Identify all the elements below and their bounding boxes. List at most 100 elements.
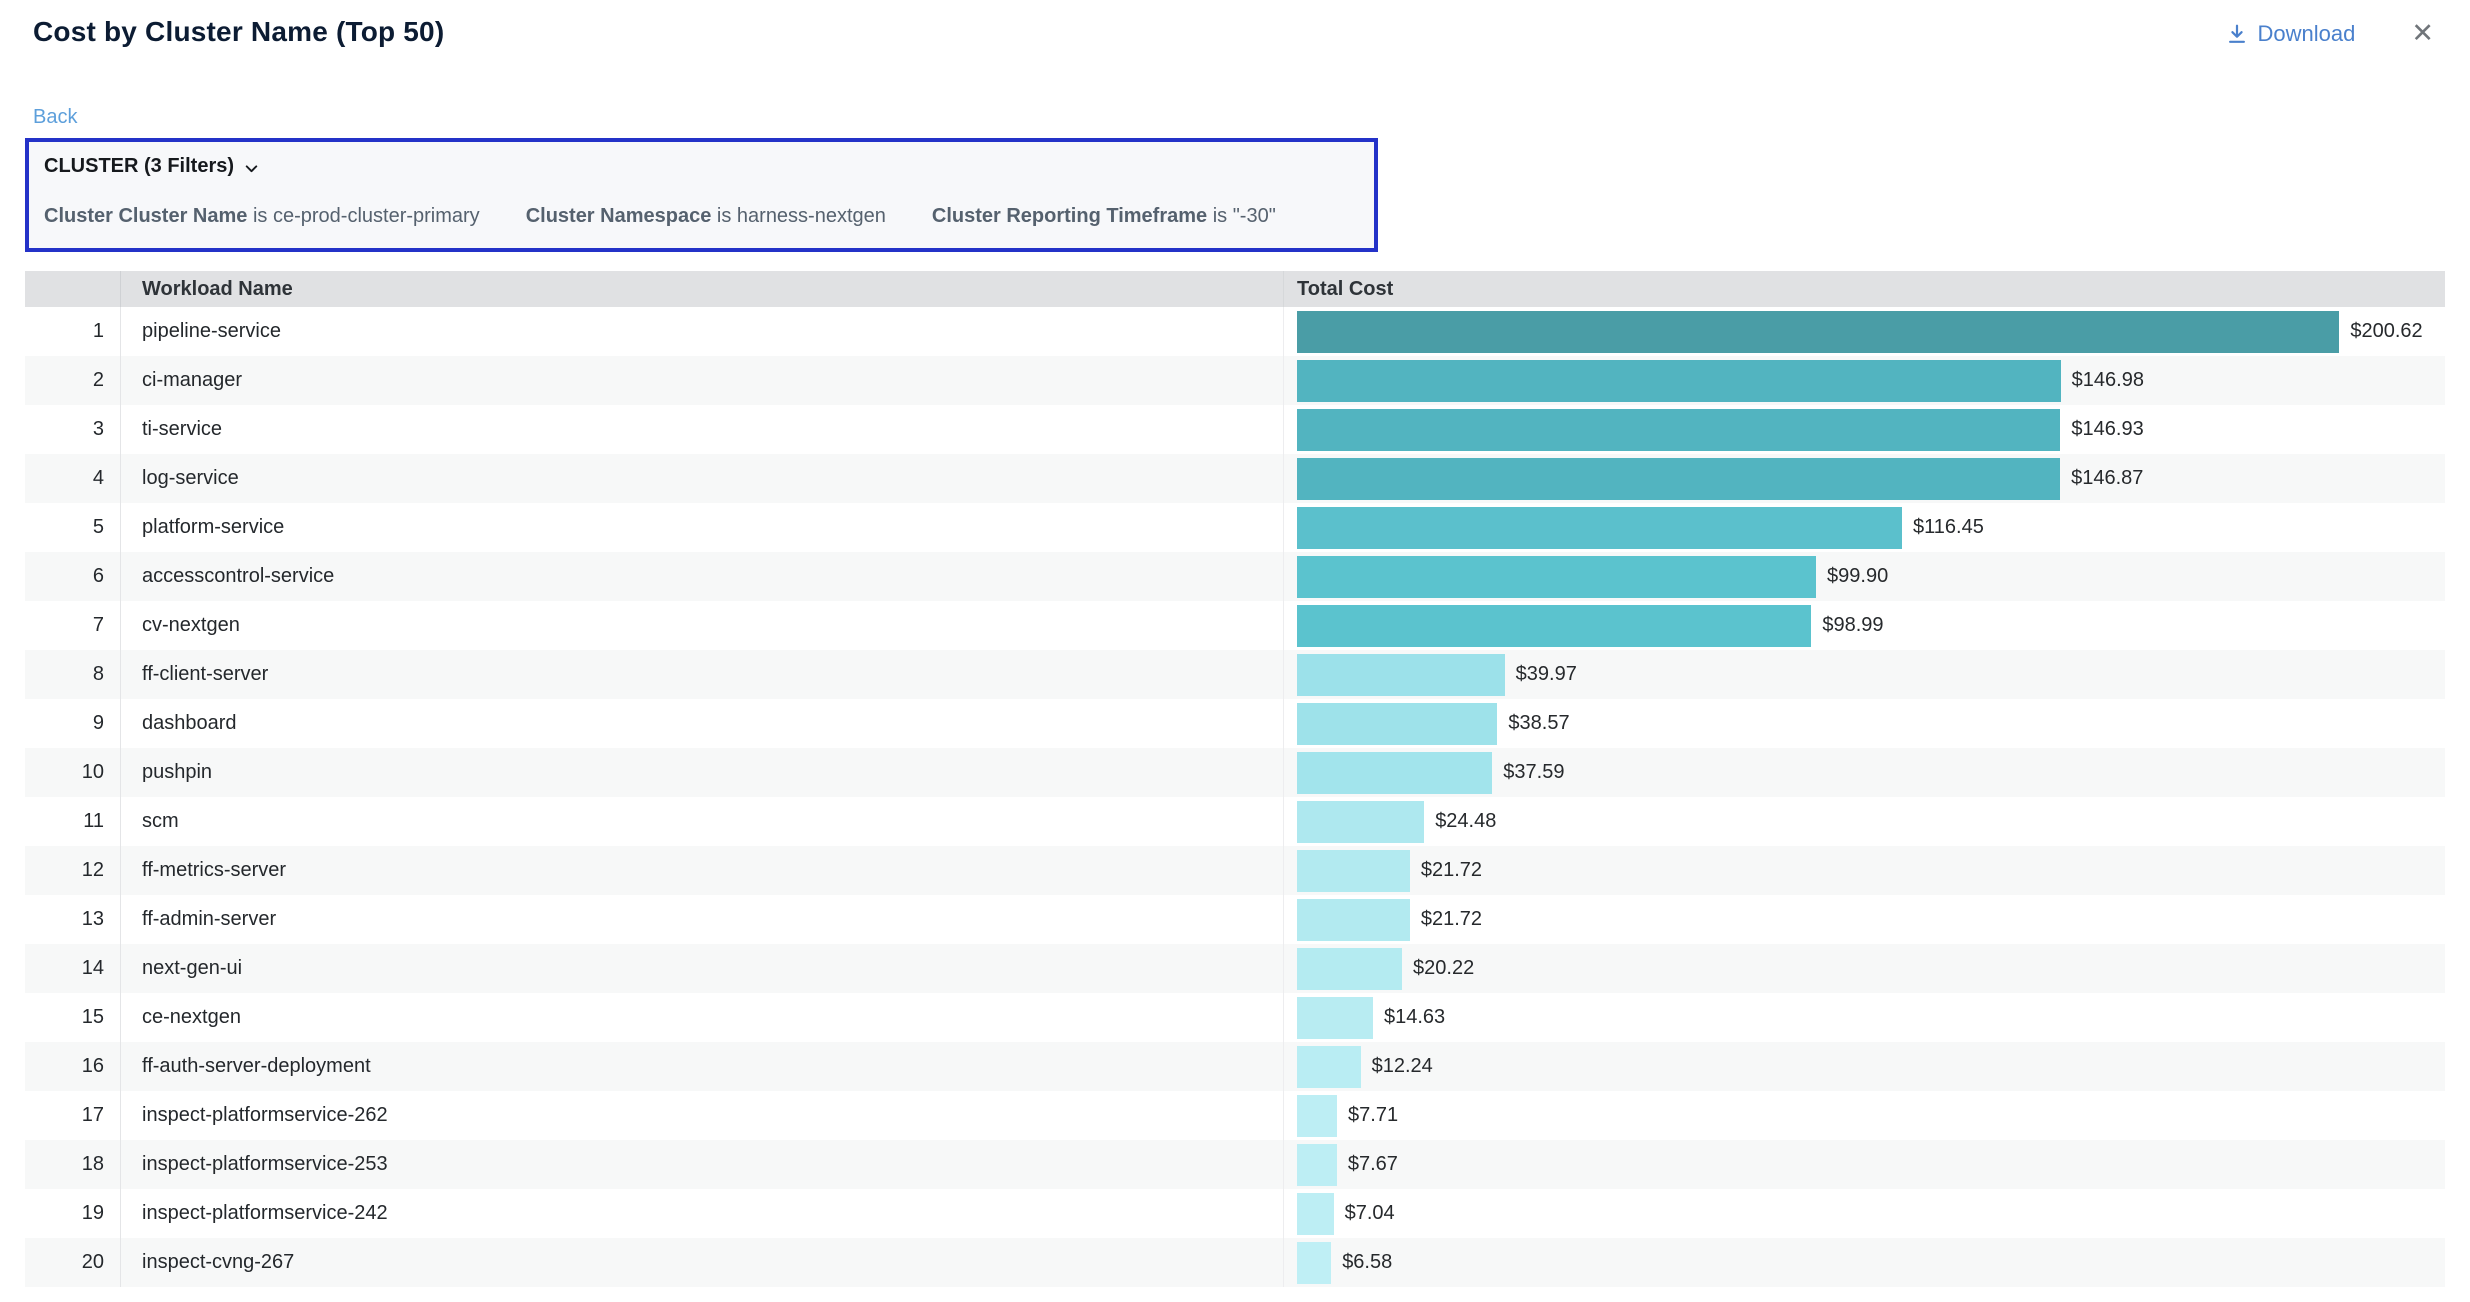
cost-value-label: $146.87	[2071, 467, 2143, 490]
cost-value-label: $21.72	[1421, 859, 1482, 882]
workload-name-cell: inspect-platformservice-262	[120, 1091, 1283, 1140]
filter-chip-timeframe: Cluster Reporting Timeframe is "-30"	[932, 205, 1276, 228]
filter-condition: is	[247, 205, 273, 227]
workload-name-cell: dashboard	[120, 699, 1283, 748]
row-rank: 20	[25, 1238, 120, 1287]
cost-value-label: $146.98	[2072, 369, 2144, 392]
workload-name-cell: next-gen-ui	[120, 944, 1283, 993]
total-cost-cell: $116.45	[1283, 503, 2445, 552]
table-row: 15ce-nextgen$14.63	[25, 993, 2445, 1042]
close-icon[interactable]: ✕	[2411, 20, 2434, 47]
cost-value-label: $146.93	[2071, 418, 2143, 441]
cost-bar	[1297, 752, 1492, 794]
total-cost-cell: $21.72	[1283, 895, 2445, 944]
workload-name-cell: ff-auth-server-deployment	[120, 1042, 1283, 1091]
workload-name-cell: inspect-platformservice-253	[120, 1140, 1283, 1189]
cost-bar	[1297, 948, 1402, 990]
row-rank: 19	[25, 1189, 120, 1238]
workload-name-cell: pipeline-service	[120, 307, 1283, 356]
filter-value: "-30"	[1233, 205, 1276, 227]
filter-value: harness-nextgen	[737, 205, 886, 227]
workload-name-cell: inspect-cvng-267	[120, 1238, 1283, 1287]
workload-name-cell: inspect-platformservice-242	[120, 1189, 1283, 1238]
table-row: 13ff-admin-server $21.72	[25, 895, 2445, 944]
cost-bar	[1297, 1242, 1331, 1284]
filter-chip-namespace: Cluster Namespace is harness-nextgen	[526, 205, 886, 228]
filter-chip-cluster-name: Cluster Cluster Name is ce-prod-cluster-…	[44, 205, 480, 228]
table-row: 7cv-nextgen$98.99	[25, 601, 2445, 650]
cost-value-label: $21.72	[1421, 908, 1482, 931]
cost-bar	[1297, 801, 1424, 843]
cost-bar	[1297, 311, 2339, 353]
workload-name-cell: accesscontrol-service	[120, 552, 1283, 601]
total-cost-cell: $12.24	[1283, 1042, 2445, 1091]
cost-bar	[1297, 1144, 1337, 1186]
table-row: 2ci-manager$146.98	[25, 356, 2445, 405]
cost-bar	[1297, 703, 1497, 745]
download-label: Download	[2258, 21, 2356, 47]
filter-panel: CLUSTER (3 Filters) Cluster Cluster Name…	[25, 138, 1378, 252]
row-rank: 7	[25, 601, 120, 650]
total-cost-cell: $146.98	[1283, 356, 2445, 405]
table-row: 4log-service$146.87	[25, 454, 2445, 503]
cost-bar	[1297, 507, 1902, 549]
row-rank: 13	[25, 895, 120, 944]
table-row: 8ff-client-server$39.97	[25, 650, 2445, 699]
filter-group-toggle[interactable]: CLUSTER (3 Filters)	[44, 155, 1359, 178]
filter-label: Cluster Namespace	[526, 205, 712, 227]
cost-value-label: $200.62	[2350, 320, 2422, 343]
table-row: 10pushpin$37.59	[25, 748, 2445, 797]
total-cost-cell: $98.99	[1283, 601, 2445, 650]
row-rank: 12	[25, 846, 120, 895]
table-row: 6accesscontrol-service $99.90	[25, 552, 2445, 601]
total-cost-cell: $39.97	[1283, 650, 2445, 699]
cost-value-label: $20.22	[1413, 957, 1474, 980]
table-header: Workload Name Total Cost	[25, 271, 2445, 307]
row-rank: 18	[25, 1140, 120, 1189]
download-icon	[2226, 23, 2248, 45]
table-row: 1pipeline-service$200.62	[25, 307, 2445, 356]
cost-bar	[1297, 899, 1410, 941]
total-cost-cell: $200.62	[1283, 307, 2445, 356]
row-rank: 15	[25, 993, 120, 1042]
back-link[interactable]: Back	[33, 106, 77, 129]
total-cost-cell: $38.57	[1283, 699, 2445, 748]
cost-value-label: $38.57	[1508, 712, 1569, 735]
modal-header: Cost by Cluster Name (Top 50) Download ✕	[0, 0, 2470, 48]
workload-name-cell: scm	[120, 797, 1283, 846]
cost-bar	[1297, 1046, 1361, 1088]
workload-name-cell: ff-client-server	[120, 650, 1283, 699]
filter-label: Cluster Cluster Name	[44, 205, 247, 227]
download-button[interactable]: Download	[2226, 21, 2356, 47]
workload-name-column-header: Workload Name	[120, 271, 1283, 307]
table-row: 9dashboard$38.57	[25, 699, 2445, 748]
table-row: 16ff-auth-server-deployment$12.24	[25, 1042, 2445, 1091]
total-cost-cell: $146.87	[1283, 454, 2445, 503]
cost-value-label: $7.04	[1345, 1202, 1395, 1225]
workload-name-cell: ff-metrics-server	[120, 846, 1283, 895]
workload-name-cell: platform-service	[120, 503, 1283, 552]
cost-value-label: $7.67	[1348, 1153, 1398, 1176]
cost-value-label: $7.71	[1348, 1104, 1398, 1127]
cost-value-label: $99.90	[1827, 565, 1888, 588]
cost-value-label: $24.48	[1435, 810, 1496, 833]
cost-value-label: $39.97	[1516, 663, 1577, 686]
total-cost-column-header: Total Cost	[1283, 271, 2445, 307]
table-row: 5platform-service$116.45	[25, 503, 2445, 552]
total-cost-cell: $7.71	[1283, 1091, 2445, 1140]
cost-bar	[1297, 850, 1410, 892]
total-cost-cell: $6.58	[1283, 1238, 2445, 1287]
total-cost-cell: $7.04	[1283, 1189, 2445, 1238]
table-body: 1pipeline-service$200.622ci-manager$146.…	[25, 307, 2445, 1287]
row-rank: 6	[25, 552, 120, 601]
total-cost-cell: $99.90	[1283, 552, 2445, 601]
cost-bar	[1297, 654, 1505, 696]
chevron-down-icon	[243, 157, 260, 177]
cost-table: Workload Name Total Cost 1pipeline-servi…	[25, 271, 2445, 1287]
row-rank: 3	[25, 405, 120, 454]
filter-value: ce-prod-cluster-primary	[273, 205, 480, 227]
total-cost-cell: $21.72	[1283, 846, 2445, 895]
workload-name-cell: ff-admin-server	[120, 895, 1283, 944]
cost-value-label: $6.58	[1342, 1251, 1392, 1274]
row-rank: 14	[25, 944, 120, 993]
